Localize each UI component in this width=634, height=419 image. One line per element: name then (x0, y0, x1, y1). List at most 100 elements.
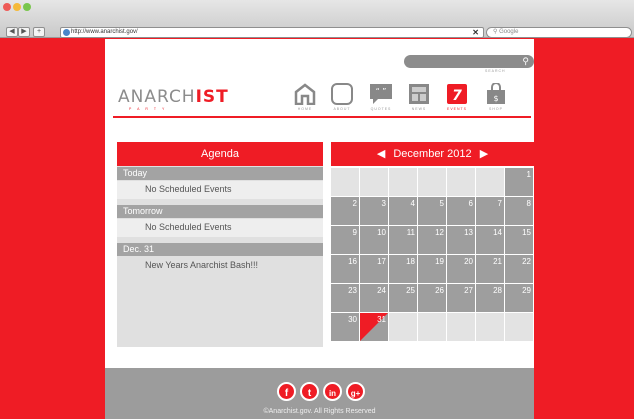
svg-text:7: 7 (452, 88, 462, 104)
facebook-icon[interactable]: f (277, 382, 296, 401)
calendar-day[interactable]: 7 (476, 197, 504, 225)
calendar-day[interactable]: 16 (331, 255, 359, 283)
calendar-empty-cell (418, 313, 446, 341)
search-icon: ⚲ (522, 56, 529, 66)
forward-button[interactable]: ▶ (18, 27, 30, 37)
back-button[interactable]: ◀ (6, 27, 18, 37)
calendar-day-number: 19 (435, 257, 444, 266)
site-logo[interactable]: ANARCHIST (118, 87, 229, 107)
nav-events[interactable]: 7 EVENTS (444, 83, 470, 113)
calendar-day[interactable]: 20 (447, 255, 475, 283)
calendar-day[interactable]: 14 (476, 226, 504, 254)
calendar-day[interactable]: 26 (418, 284, 446, 312)
nav-home[interactable]: HOME (292, 83, 318, 113)
logo-tagline: PARTY (129, 107, 171, 111)
calendar-icon: 7 (445, 83, 469, 105)
svg-text:$: $ (493, 94, 498, 103)
next-month-button[interactable]: ▶ (480, 142, 488, 166)
browser-search-placeholder: Google (499, 29, 519, 35)
calendar-day[interactable]: 29 (505, 284, 533, 312)
calendar-day[interactable]: 2 (331, 197, 359, 225)
site-search-input[interactable]: ⚲ (404, 55, 534, 68)
zoom-window-button[interactable] (23, 3, 31, 11)
calendar-day[interactable]: 24 (360, 284, 388, 312)
calendar-day-number: 9 (352, 228, 357, 237)
calendar-day[interactable]: 27 (447, 284, 475, 312)
nav-news[interactable]: NEWS (406, 83, 432, 113)
calendar-day[interactable]: 18 (389, 255, 417, 283)
calendar-day[interactable]: 23 (331, 284, 359, 312)
calendar-day-number: 1 (526, 170, 531, 179)
agenda-event[interactable]: New Years Anarchist Bash!!! (117, 257, 323, 275)
calendar-day[interactable]: 3 (360, 197, 388, 225)
calendar-day[interactable]: 13 (447, 226, 475, 254)
agenda-title: Agenda (117, 142, 323, 166)
calendar-day-number: 15 (522, 228, 531, 237)
calendar-day[interactable]: 8 (505, 197, 533, 225)
browser-search-field[interactable]: ⚲ Google (486, 27, 632, 38)
nav-about[interactable]: ABOUT (329, 83, 355, 113)
agenda-date: Dec. 31 (117, 243, 323, 256)
calendar-day[interactable]: 6 (447, 197, 475, 225)
calendar-day[interactable]: 11 (389, 226, 417, 254)
calendar-empty-cell (360, 168, 388, 196)
nav-quotes[interactable]: “ ” QUOTES (368, 83, 394, 113)
calendar-day-number: 20 (464, 257, 473, 266)
calendar-empty-cell (389, 168, 417, 196)
add-bookmark-button[interactable]: + (33, 27, 45, 37)
calendar-day[interactable]: 15 (505, 226, 533, 254)
calendar-day-number: 2 (352, 199, 357, 208)
twitter-icon[interactable]: t (300, 382, 319, 401)
agenda-date: Tomorrow (117, 205, 323, 218)
google-plus-icon[interactable]: g+ (346, 382, 365, 401)
calendar-day-number: 12 (435, 228, 444, 237)
minimize-window-button[interactable] (13, 3, 21, 11)
calendar-day[interactable]: 25 (389, 284, 417, 312)
calendar-day-number: 17 (377, 257, 386, 266)
calendar-empty-cell (447, 313, 475, 341)
calendar-header: ◀ December 2012 ▶ (331, 142, 534, 166)
linkedin-icon[interactable]: in (323, 382, 342, 401)
calendar-day[interactable]: 28 (476, 284, 504, 312)
nav-news-label: NEWS (411, 107, 427, 111)
calendar-day-number: 14 (493, 228, 502, 237)
calendar-empty-cell (476, 313, 504, 341)
calendar-day[interactable]: 21 (476, 255, 504, 283)
globe-icon (63, 29, 70, 36)
calendar-day-number: 22 (522, 257, 531, 266)
site-footer: f t in g+ ©Anarchist.gov. All Rights Res… (105, 368, 534, 419)
calendar-day-highlighted[interactable]: 31 (360, 313, 388, 341)
calendar-day-number: 29 (522, 286, 531, 295)
calendar-day[interactable]: 9 (331, 226, 359, 254)
address-bar-url: http://www.anarchist.gov/ (71, 29, 138, 35)
agenda-event[interactable]: No Scheduled Events (117, 181, 323, 199)
clear-url-button[interactable]: ✕ (472, 28, 479, 37)
calendar-empty-cell (418, 168, 446, 196)
nav-home-label: HOME (297, 107, 313, 111)
calendar-month-title: December 2012 (393, 148, 472, 160)
prev-month-button[interactable]: ◀ (377, 142, 385, 166)
calendar-day[interactable]: 12 (418, 226, 446, 254)
calendar-day[interactable]: 4 (389, 197, 417, 225)
calendar-day[interactable]: 19 (418, 255, 446, 283)
calendar-day-number: 8 (526, 199, 531, 208)
calendar-day[interactable]: 1 (505, 168, 533, 196)
calendar-day[interactable]: 5 (418, 197, 446, 225)
calendar-day[interactable]: 17 (360, 255, 388, 283)
agenda-event[interactable]: No Scheduled Events (117, 219, 323, 237)
calendar-day-number: 10 (377, 228, 386, 237)
svg-text:“ ”: “ ” (376, 87, 387, 96)
nav-shop[interactable]: $ SHOP (483, 82, 509, 113)
close-window-button[interactable] (3, 3, 11, 11)
calendar-day[interactable]: 30 (331, 313, 359, 341)
calendar-day-number: 4 (410, 199, 415, 208)
about-icon (330, 83, 354, 105)
calendar-empty-cell (505, 313, 533, 341)
home-icon (293, 83, 317, 106)
logo-text-accent: IST (195, 87, 229, 107)
calendar-day[interactable]: 22 (505, 255, 533, 283)
address-bar[interactable]: http://www.anarchist.gov/ ✕ (60, 27, 484, 38)
calendar-day[interactable]: 10 (360, 226, 388, 254)
calendar-day-number: 24 (377, 286, 386, 295)
nav-quotes-label: QUOTES (370, 107, 392, 111)
